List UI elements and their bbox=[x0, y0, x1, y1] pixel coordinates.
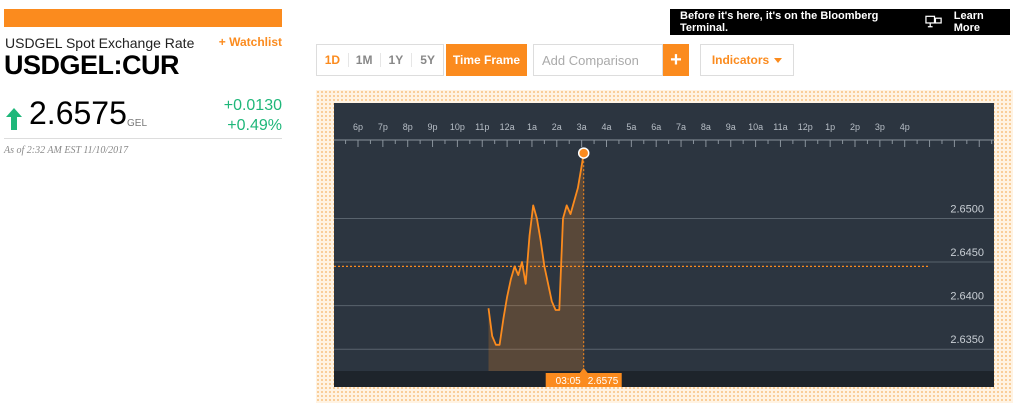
last-point-marker bbox=[577, 147, 590, 159]
plot-area bbox=[334, 140, 994, 373]
x-tick-label: 7a bbox=[676, 122, 686, 132]
x-tick-label: 4a bbox=[601, 122, 611, 132]
range-5y-button[interactable]: 5Y bbox=[412, 53, 443, 67]
x-tick-label: 10p bbox=[450, 122, 465, 132]
x-tick-label: 12a bbox=[500, 122, 515, 132]
x-tick-label: 7p bbox=[378, 122, 388, 132]
x-tick-label: 1p bbox=[825, 122, 835, 132]
cursor-time-label: 03:05 bbox=[556, 376, 581, 387]
brand-bar bbox=[4, 9, 282, 27]
x-tick-label: 3p bbox=[875, 122, 885, 132]
x-tick-label: 8p bbox=[403, 122, 413, 132]
price-value: 2.6575 bbox=[29, 95, 127, 131]
indicators-label: Indicators bbox=[711, 53, 770, 67]
price-change-absolute: +0.0130 bbox=[223, 97, 282, 114]
bottom-axis-band bbox=[334, 371, 994, 387]
x-tick-label: 12p bbox=[798, 122, 813, 132]
price-chart[interactable]: 6p 7p 8p 9p 10p 11p 12a 1a 2a 3a 4a 5a 6a 7a 8a 9a 10a 11… bbox=[316, 90, 1013, 403]
x-tick-label: 4p bbox=[900, 122, 910, 132]
x-tick-label: 11p bbox=[475, 122, 489, 132]
quote-divider bbox=[4, 138, 282, 139]
time-range-selector: 1D 1M 1Y 5Y bbox=[316, 44, 444, 76]
promo-text: Before it's here, it's on the Bloomberg … bbox=[680, 10, 879, 34]
indicators-dropdown[interactable]: Indicators bbox=[700, 44, 794, 76]
learn-more-link[interactable]: Learn More bbox=[954, 10, 1010, 34]
x-tick-label: 11a bbox=[773, 122, 787, 132]
y-tick-label: 2.6350 bbox=[950, 334, 984, 346]
y-tick-label: 2.6500 bbox=[950, 203, 984, 215]
x-tick-label: 2p bbox=[850, 122, 860, 132]
time-frame-button[interactable]: Time Frame bbox=[446, 44, 527, 76]
range-1m-button[interactable]: 1M bbox=[349, 53, 381, 67]
range-1y-button[interactable]: 1Y bbox=[381, 53, 413, 67]
price-up-arrow-icon bbox=[6, 108, 22, 130]
x-tick-label: 8a bbox=[701, 122, 711, 132]
terminal-promo-banner[interactable]: Before it's here, it's on the Bloomberg … bbox=[670, 9, 1010, 35]
range-1d-button[interactable]: 1D bbox=[317, 53, 349, 67]
ticker-symbol: USDGEL:CUR bbox=[4, 50, 180, 80]
x-tick-label: 6p bbox=[353, 122, 363, 132]
x-tick-label: 9a bbox=[726, 122, 736, 132]
x-tick-label: 1a bbox=[527, 122, 537, 132]
terminal-monitor-icon bbox=[925, 15, 942, 28]
x-tick-label: 9p bbox=[428, 122, 438, 132]
x-tick-label: 3a bbox=[577, 122, 587, 132]
quote-name: USDGEL Spot Exchange Rate bbox=[5, 35, 195, 51]
x-tick-label: 2a bbox=[552, 122, 562, 132]
price-change-percent: +0.49% bbox=[227, 117, 282, 134]
x-tick-label: 10a bbox=[748, 122, 763, 132]
cursor-value-label: 2.6575 bbox=[588, 376, 619, 387]
y-tick-label: 2.6400 bbox=[950, 291, 984, 303]
price-currency: GEL bbox=[127, 118, 148, 129]
add-comparison-button[interactable]: + bbox=[663, 44, 689, 76]
add-comparison-input[interactable] bbox=[533, 44, 663, 76]
y-tick-label: 2.6450 bbox=[950, 247, 984, 259]
x-tick-label: 5a bbox=[626, 122, 636, 132]
x-tick-label: 6a bbox=[651, 122, 661, 132]
add-to-watchlist-link[interactable]: + Watchlist bbox=[219, 35, 282, 49]
chevron-down-icon bbox=[774, 57, 783, 63]
quote-timestamp: As of 2:32 AM EST 11/10/2017 bbox=[4, 145, 129, 156]
